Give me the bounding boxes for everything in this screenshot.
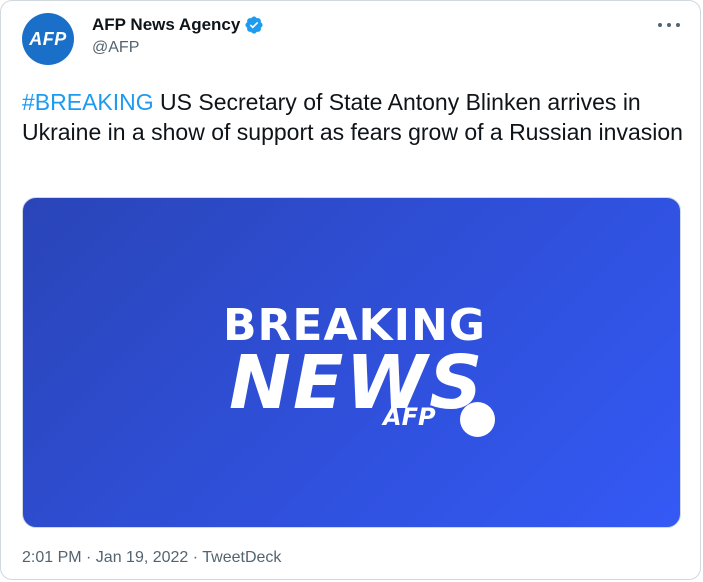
tweet-card[interactable]: AFP AFP News Agency @AFP #BREAKING US Se…	[0, 0, 701, 580]
author-handle[interactable]: @AFP	[92, 39, 139, 57]
author-name[interactable]: AFP News Agency	[92, 15, 240, 35]
media-news-text: NEWS	[229, 340, 485, 426]
tweet-media-image[interactable]: BREAKING NEWS AFP	[22, 197, 681, 528]
verified-badge-icon	[245, 16, 263, 34]
tweet-text: #BREAKING US Secretary of State Antony B…	[22, 87, 684, 147]
afp-logo-dot-icon	[460, 402, 495, 437]
hashtag-link[interactable]: #BREAKING	[22, 89, 154, 115]
avatar-text: AFP	[29, 28, 67, 49]
media-afp-logo-text: AFP	[383, 403, 436, 431]
more-options-icon[interactable]	[658, 17, 680, 33]
tweet-timestamp[interactable]: 2:01 PM · Jan 19, 2022 · TweetDeck	[22, 549, 281, 567]
avatar[interactable]: AFP	[22, 13, 74, 65]
author-name-row[interactable]: AFP News Agency	[92, 15, 264, 35]
